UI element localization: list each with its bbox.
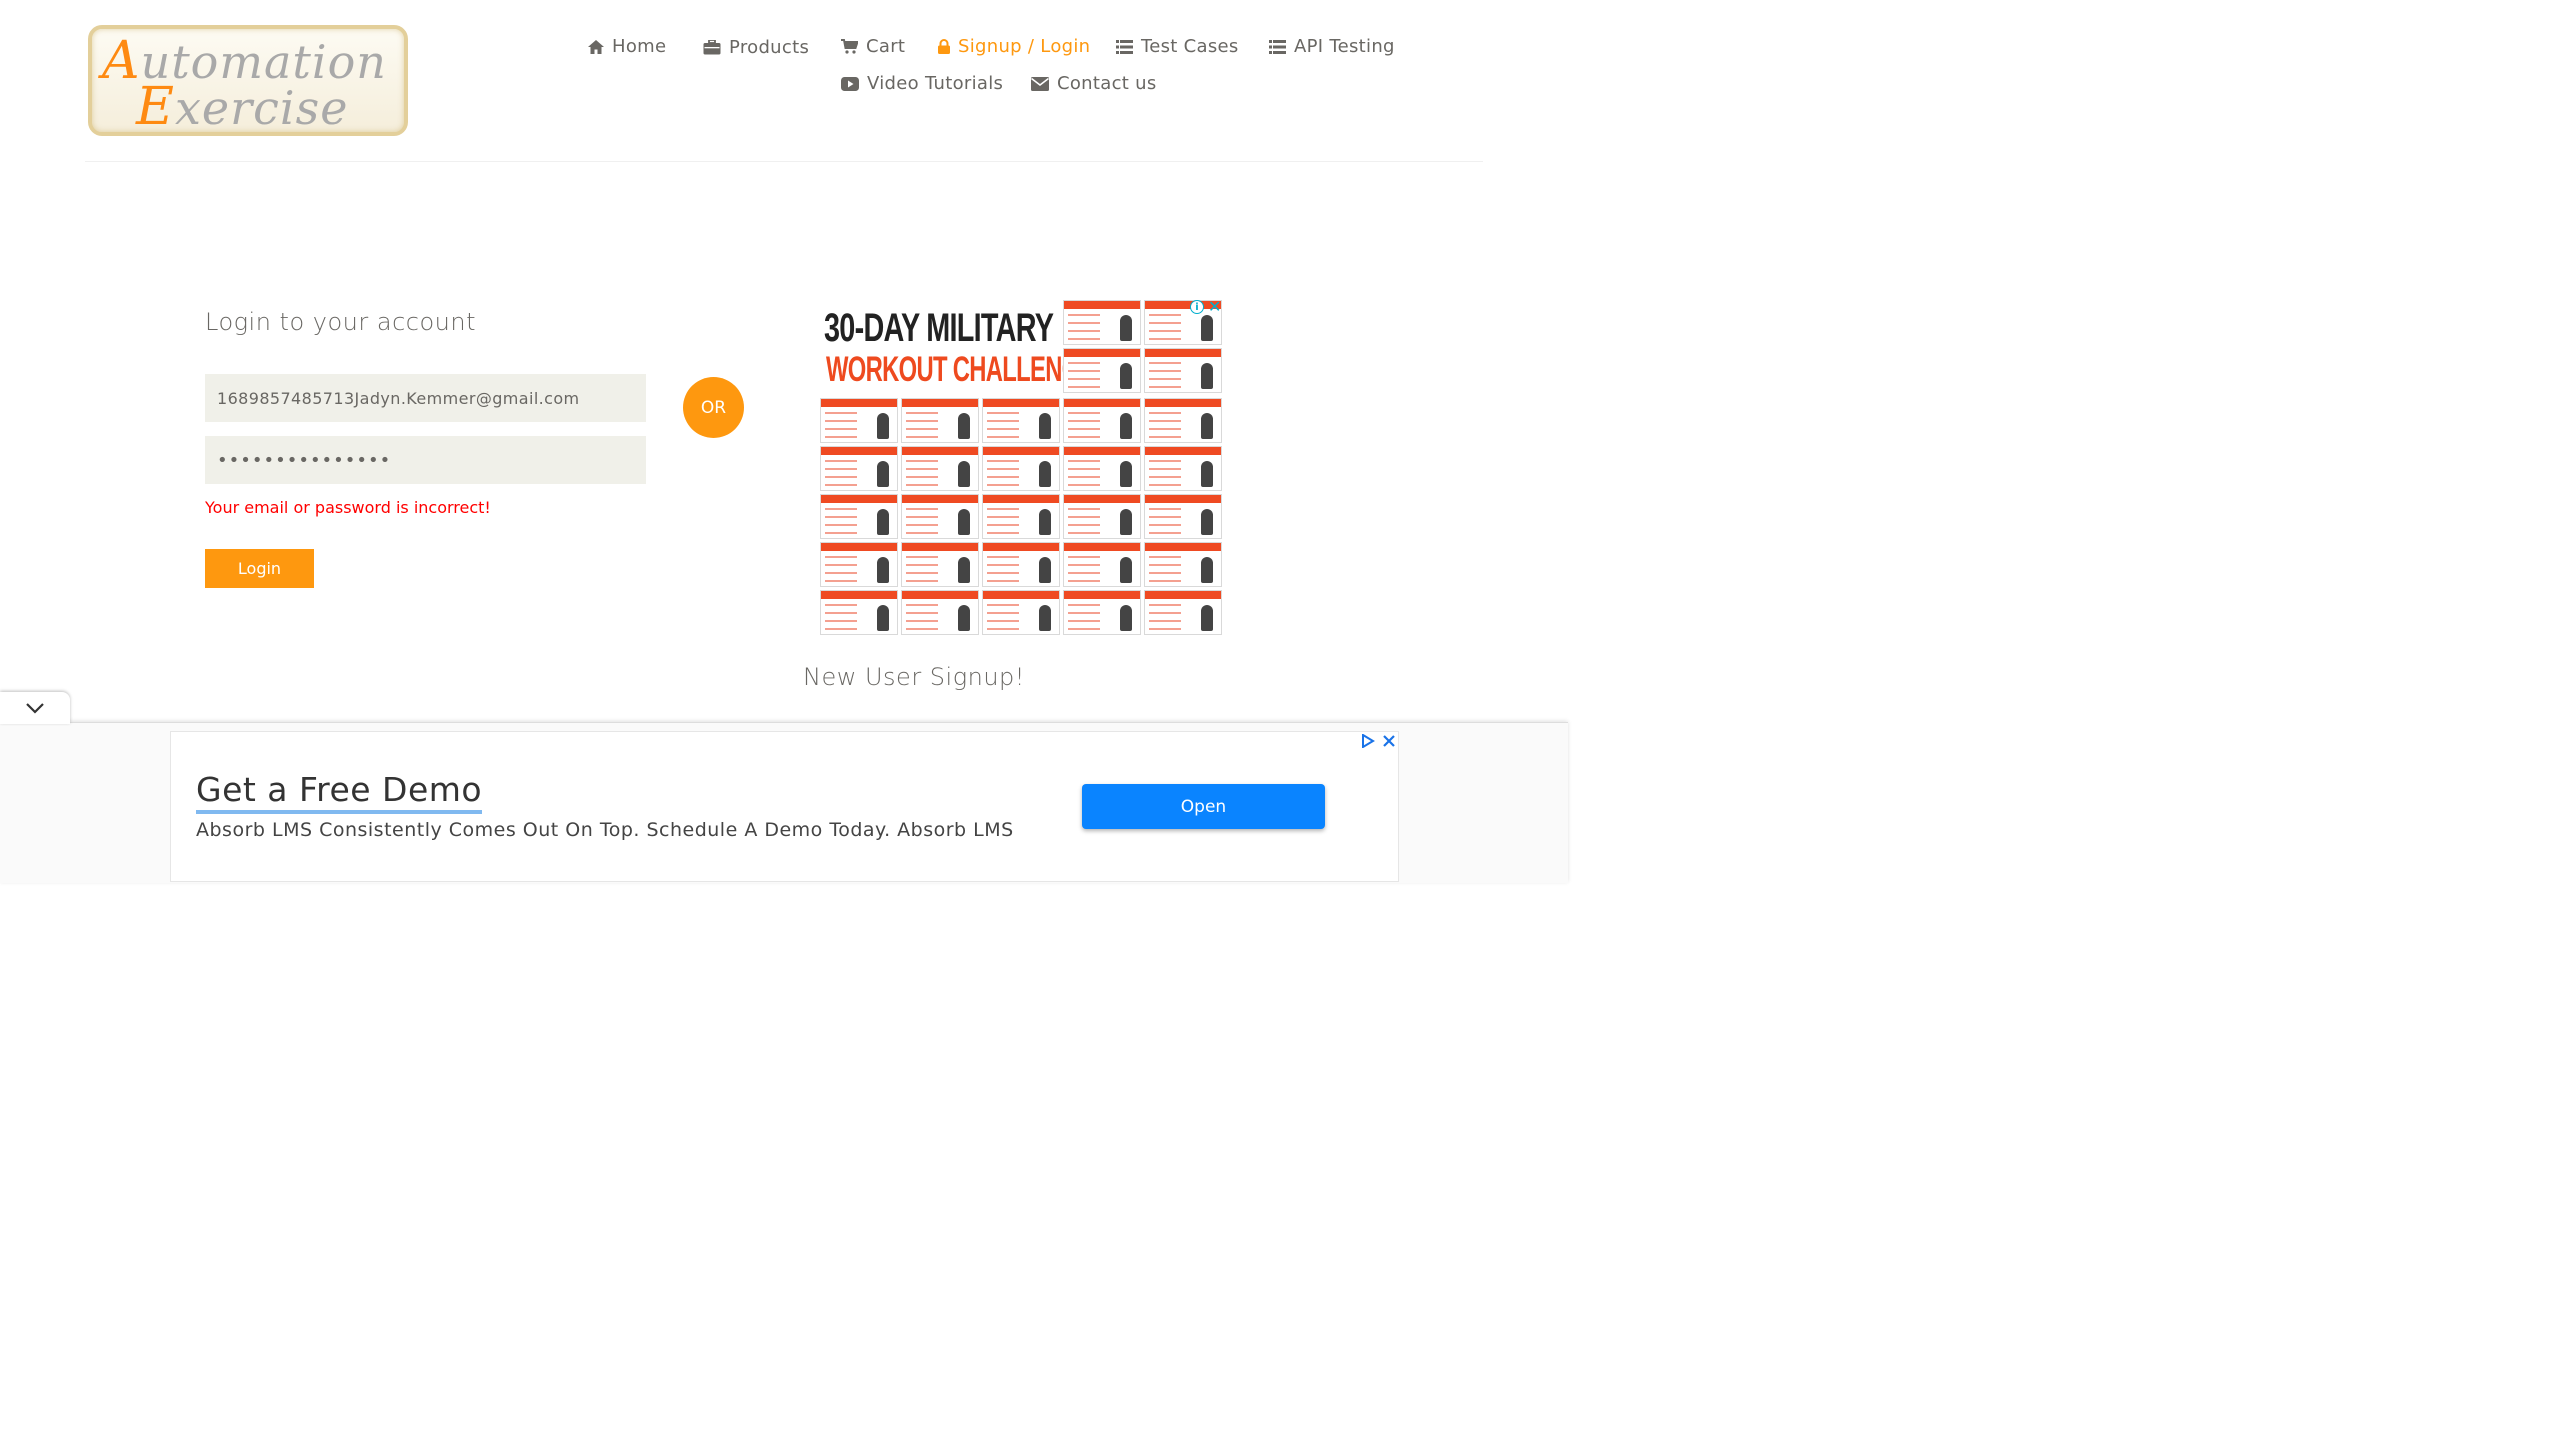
lock-icon: [938, 39, 950, 54]
nav-signup-login[interactable]: Signup / Login: [938, 36, 1090, 57]
login-form-title: Login to your account: [205, 308, 476, 336]
signup-form-title: New User Signup!: [803, 663, 1025, 691]
nav-api-testing[interactable]: API Testing: [1269, 36, 1395, 57]
youtube-play-icon: [841, 76, 859, 91]
adchoices-icon[interactable]: [1361, 734, 1375, 748]
nav-test-cases-label: Test Cases: [1141, 36, 1239, 57]
nav-home-label: Home: [612, 36, 667, 57]
ad-headline-link[interactable]: Get a Free Demo: [196, 772, 483, 814]
workout-ad-image[interactable]: 30-DAY MILITARY WORKOUT CHALLENGE: [818, 298, 1228, 638]
info-icon[interactable]: i: [1190, 300, 1204, 314]
list-icon: [1269, 39, 1286, 54]
envelope-icon: [1031, 76, 1049, 91]
chevron-down-icon: [26, 703, 44, 714]
nav-api-testing-label: API Testing: [1294, 36, 1395, 57]
header-divider: [85, 161, 1483, 162]
site-logo[interactable]: Automation Exercise: [88, 25, 408, 137]
nav-contact-us[interactable]: Contact us: [1031, 73, 1157, 94]
close-icon[interactable]: [1383, 735, 1395, 747]
side-ad-controls: i ✕: [1190, 299, 1221, 315]
or-divider-badge: OR: [683, 377, 744, 438]
nav-test-cases[interactable]: Test Cases: [1116, 36, 1239, 57]
ad-day-grid: [820, 398, 1222, 635]
bottom-ad-box[interactable]: Get a Free Demo Absorb LMS Consistently …: [170, 731, 1399, 882]
login-email-field[interactable]: [205, 374, 646, 422]
nav-video-tutorials-label: Video Tutorials: [867, 73, 1004, 94]
nav-signup-login-label: Signup / Login: [958, 36, 1091, 57]
close-icon[interactable]: ✕: [1208, 299, 1221, 315]
login-error-message: Your email or password is incorrect!: [205, 498, 491, 517]
nav-products-label: Products: [729, 37, 810, 58]
home-icon: [588, 39, 604, 54]
ad-image-title-line2: WORKOUT CHALLENGE: [826, 350, 1095, 389]
list-icon: [1116, 39, 1133, 54]
nav-contact-us-label: Contact us: [1057, 73, 1157, 94]
logo-line-2: Exercise: [136, 77, 349, 137]
nav-video-tutorials[interactable]: Video Tutorials: [841, 73, 1003, 94]
ad-body-text: Absorb LMS Consistently Comes Out On Top…: [196, 819, 1014, 841]
login-password-field[interactable]: [205, 436, 646, 484]
nav-home[interactable]: Home: [588, 36, 666, 57]
briefcase-icon: [703, 40, 721, 55]
bottom-ad-controls: [1361, 734, 1395, 748]
collapse-ad-button[interactable]: [0, 692, 70, 724]
cart-icon: [841, 39, 858, 54]
ad-image-title-line1: 30-DAY MILITARY: [824, 306, 1054, 350]
nav-cart[interactable]: Cart: [841, 36, 905, 57]
ad-open-button[interactable]: Open: [1082, 784, 1325, 829]
login-button[interactable]: Login: [205, 549, 314, 588]
nav-cart-label: Cart: [866, 36, 906, 57]
nav-products[interactable]: Products: [703, 37, 809, 58]
